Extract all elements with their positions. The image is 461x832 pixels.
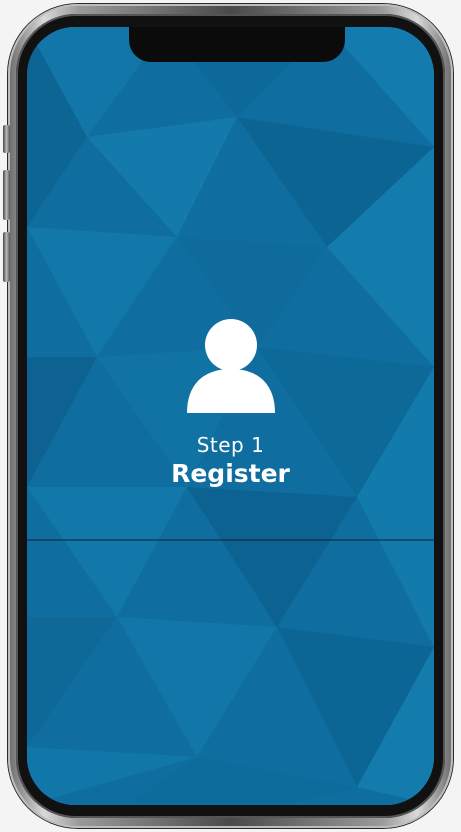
volume-down-button: [3, 232, 10, 282]
silent-switch: [3, 125, 10, 153]
phone-notch: [129, 27, 345, 62]
step-title: Register: [171, 459, 290, 488]
onboarding-step: Step 1 Register: [27, 317, 434, 488]
step-label: Step 1: [196, 433, 265, 457]
phone-screen: Step 1 Register: [27, 27, 434, 805]
volume-up-button: [3, 170, 10, 220]
user-icon: [186, 319, 275, 413]
screen-divider: [27, 539, 434, 541]
phone-mockup: Step 1 Register: [0, 0, 461, 832]
